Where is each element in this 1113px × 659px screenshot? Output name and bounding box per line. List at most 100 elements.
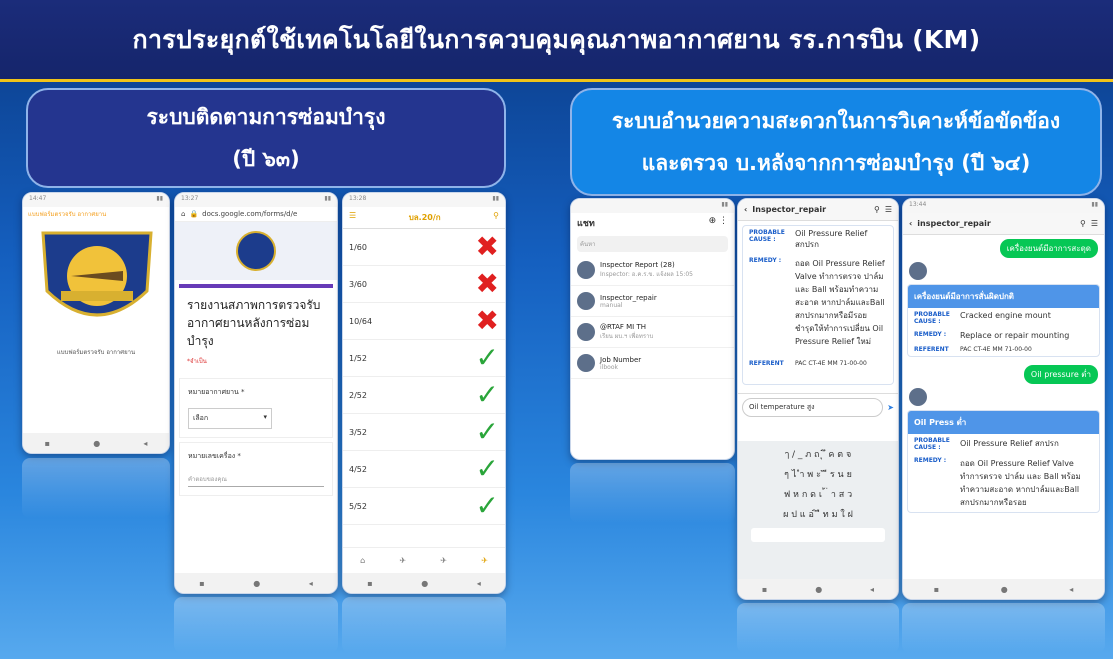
message-input[interactable]: Oil temperature สูง	[742, 398, 884, 417]
check-icon: ✓	[475, 378, 499, 411]
home-icon[interactable]: ●	[815, 585, 822, 594]
home-icon[interactable]: ●	[1001, 585, 1008, 594]
search-icon[interactable]: ⚲	[1080, 219, 1086, 228]
url-bar[interactable]: docs.google.com/forms/d/e	[202, 210, 297, 218]
phone-reflection	[570, 463, 735, 523]
chat-list-item[interactable]: Job Number ilbook	[571, 348, 734, 379]
recent-apps-icon[interactable]: ▪	[367, 579, 372, 588]
phone-reflection	[342, 597, 506, 653]
thai-keyboard[interactable]: ๅ / _ ภ ถ ุ ึ ค ต จ ๆ ไ ำ พ ะ ั ี ร น ย …	[738, 441, 898, 579]
engine-field-label: หมายเลขเครื่อง *	[188, 452, 241, 460]
form-caption: แบบฟอร์มตรวจรับ อากาศยาน	[56, 349, 136, 356]
android-nav-bar: ▪ ● ◂	[175, 573, 337, 593]
recent-apps-icon[interactable]: ▪	[762, 585, 767, 594]
list-item[interactable]: 3/60 ✖	[343, 266, 505, 303]
chat-avatar-icon	[577, 261, 595, 279]
search-icon[interactable]: ⚲	[874, 205, 880, 214]
chat-list-item[interactable]: Inspector Report (28) Inspector: อ.ค.ร.ข.…	[571, 255, 734, 286]
aircraft-select[interactable]: เลือก ▾	[188, 408, 272, 429]
menu-icon[interactable]: ☰	[1091, 219, 1098, 228]
add-icon[interactable]: ⊕	[709, 216, 717, 226]
list-item[interactable]: 5/52 ✓	[343, 488, 505, 525]
recent-apps-icon[interactable]: ▪	[45, 439, 50, 448]
probable-cause-value: Cracked engine mount	[960, 311, 1051, 320]
android-nav-bar: ▪ ● ◂	[738, 579, 898, 599]
more-icon[interactable]: ⋮	[719, 216, 728, 226]
back-icon[interactable]: ◂	[309, 579, 313, 588]
form-banner	[175, 222, 337, 280]
home-icon[interactable]: ⌂	[181, 210, 185, 218]
recent-apps-icon[interactable]: ▪	[199, 579, 204, 588]
chat-search-input[interactable]: ค้นหา	[577, 236, 728, 252]
chat-title: Inspector_repair	[752, 205, 827, 214]
right-panel-heading: ระบบอำนวยความสะดวกในการวิเคาะห์ข้อขัดข้อ…	[570, 88, 1102, 196]
chat-preview: manual	[600, 301, 623, 309]
chat-header: ‹ Inspector_repair ⚲ ☰	[738, 199, 898, 221]
menu-icon[interactable]: ☰	[885, 205, 892, 214]
aircraft-field-label: หมายอากาศยาน *	[188, 388, 245, 396]
phone-reflection	[22, 458, 170, 518]
cross-icon: ✖	[475, 267, 499, 300]
home-icon[interactable]: ⌂	[360, 556, 365, 565]
chat-name: Job Number	[600, 355, 642, 364]
referent-value: PAC CT-4E MM 71-00-00	[960, 346, 1032, 353]
title-bar: การประยุกต์ใช้เทคโนโลยีในการควบคุมคุณภาพ…	[0, 0, 1113, 82]
chat-list: Inspector Report (28) Inspector: อ.ค.ร.ข.…	[571, 255, 734, 379]
status-time: 13:27	[181, 195, 199, 202]
plane-icon[interactable]: ✈	[399, 556, 406, 565]
back-icon[interactable]: ◂	[477, 579, 481, 588]
phone-chatbot-keyboard: ‹ Inspector_repair ⚲ ☰ PROBABLE CAUSE :O…	[737, 198, 899, 600]
send-icon[interactable]: ➤	[887, 403, 894, 412]
list-item[interactable]: 4/52 ✓	[343, 451, 505, 488]
list-item[interactable]: 1/52 ✓	[343, 340, 505, 377]
list-item[interactable]: 10/64 ✖	[343, 303, 505, 340]
chat-name: Inspector_repair	[600, 293, 657, 302]
list-item[interactable]: 1/60 ✖	[343, 229, 505, 266]
job-number: 1/60	[349, 242, 367, 252]
remedy-value: Replace or repair mounting	[960, 331, 1070, 340]
chat-list-title: แชท	[577, 219, 595, 229]
home-icon[interactable]: ●	[93, 439, 100, 448]
menu-icon[interactable]: ☰	[349, 211, 356, 224]
plane-icon[interactable]: ✈	[481, 556, 488, 565]
chat-avatar-icon	[577, 323, 595, 341]
chat-list-item[interactable]: Inspector_repair manual	[571, 286, 734, 317]
back-icon[interactable]: ‹	[909, 219, 912, 228]
phone-line-chat-list: ▮▮ แชท ⊕ ⋮ ค้นหา Inspector Report (28) In…	[570, 198, 735, 460]
left-panel-line1: ระบบติดตามการซ่อมบำรุง	[146, 105, 386, 129]
engine-input[interactable]: คำตอบของคุณ	[188, 474, 324, 487]
phone-reflection	[737, 603, 899, 653]
back-icon[interactable]: ◂	[143, 439, 147, 448]
chat-header: ‹ inspector_repair ⚲ ☰	[903, 213, 1104, 235]
form-title: รายงานสภาพการตรวจรับอากาศยานหลังการซ่อมบ…	[187, 298, 321, 348]
page-header-label: แบบฟอร์มตรวจรับ อากาศยาน	[28, 211, 107, 218]
recent-apps-icon[interactable]: ▪	[934, 585, 939, 594]
job-number: 1/52	[349, 353, 367, 363]
chat-title: inspector_repair	[917, 219, 991, 228]
search-icon[interactable]: ⚲	[493, 211, 499, 224]
job-number: 3/52	[349, 427, 367, 437]
phone-reflection	[902, 603, 1105, 653]
cross-icon: ✖	[475, 230, 499, 263]
back-icon[interactable]: ◂	[870, 585, 874, 594]
home-icon[interactable]: ●	[421, 579, 428, 588]
app-tab-bar: ⌂ ✈ ✈ ✈	[343, 547, 505, 573]
chat-preview: Inspector: อ.ค.ร.ข. แจ้งผล 15:05	[600, 271, 693, 278]
check-icon: ✓	[475, 415, 499, 448]
list-item[interactable]: 3/52 ✓	[343, 414, 505, 451]
home-icon[interactable]: ●	[253, 579, 260, 588]
user-message: เครื่องยนต์มีอาการสะดุด	[999, 239, 1098, 258]
chat-preview: เรียน ผบ.ฯ เพื่อทราบ	[600, 333, 654, 340]
phone-google-form: 13:27 ▮▮ ⌂ 🔒 docs.google.com/forms/d/e รา…	[174, 192, 338, 594]
probable-cause-value: Oil Pressure Relief สกปรก	[960, 439, 1059, 448]
back-icon[interactable]: ◂	[1069, 585, 1073, 594]
check-icon: ✓	[475, 341, 499, 374]
back-icon[interactable]: ‹	[744, 205, 747, 214]
phone-logo-screen: 14:47 ▮▮ แบบฟอร์มตรวจรับ อากาศยาน แบบฟอร์…	[22, 192, 170, 454]
chat-list-item[interactable]: @RTAF MI TH เรียน ผบ.ฯ เพื่อทราบ	[571, 317, 734, 348]
chat-preview: ilbook	[600, 363, 618, 371]
left-panel-heading: ระบบติดตามการซ่อมบำรุง (ปี ๖๓)	[26, 88, 506, 188]
list-item[interactable]: 2/52 ✓	[343, 377, 505, 414]
status-time: 13:28	[349, 195, 367, 202]
plane-icon[interactable]: ✈	[440, 556, 447, 565]
